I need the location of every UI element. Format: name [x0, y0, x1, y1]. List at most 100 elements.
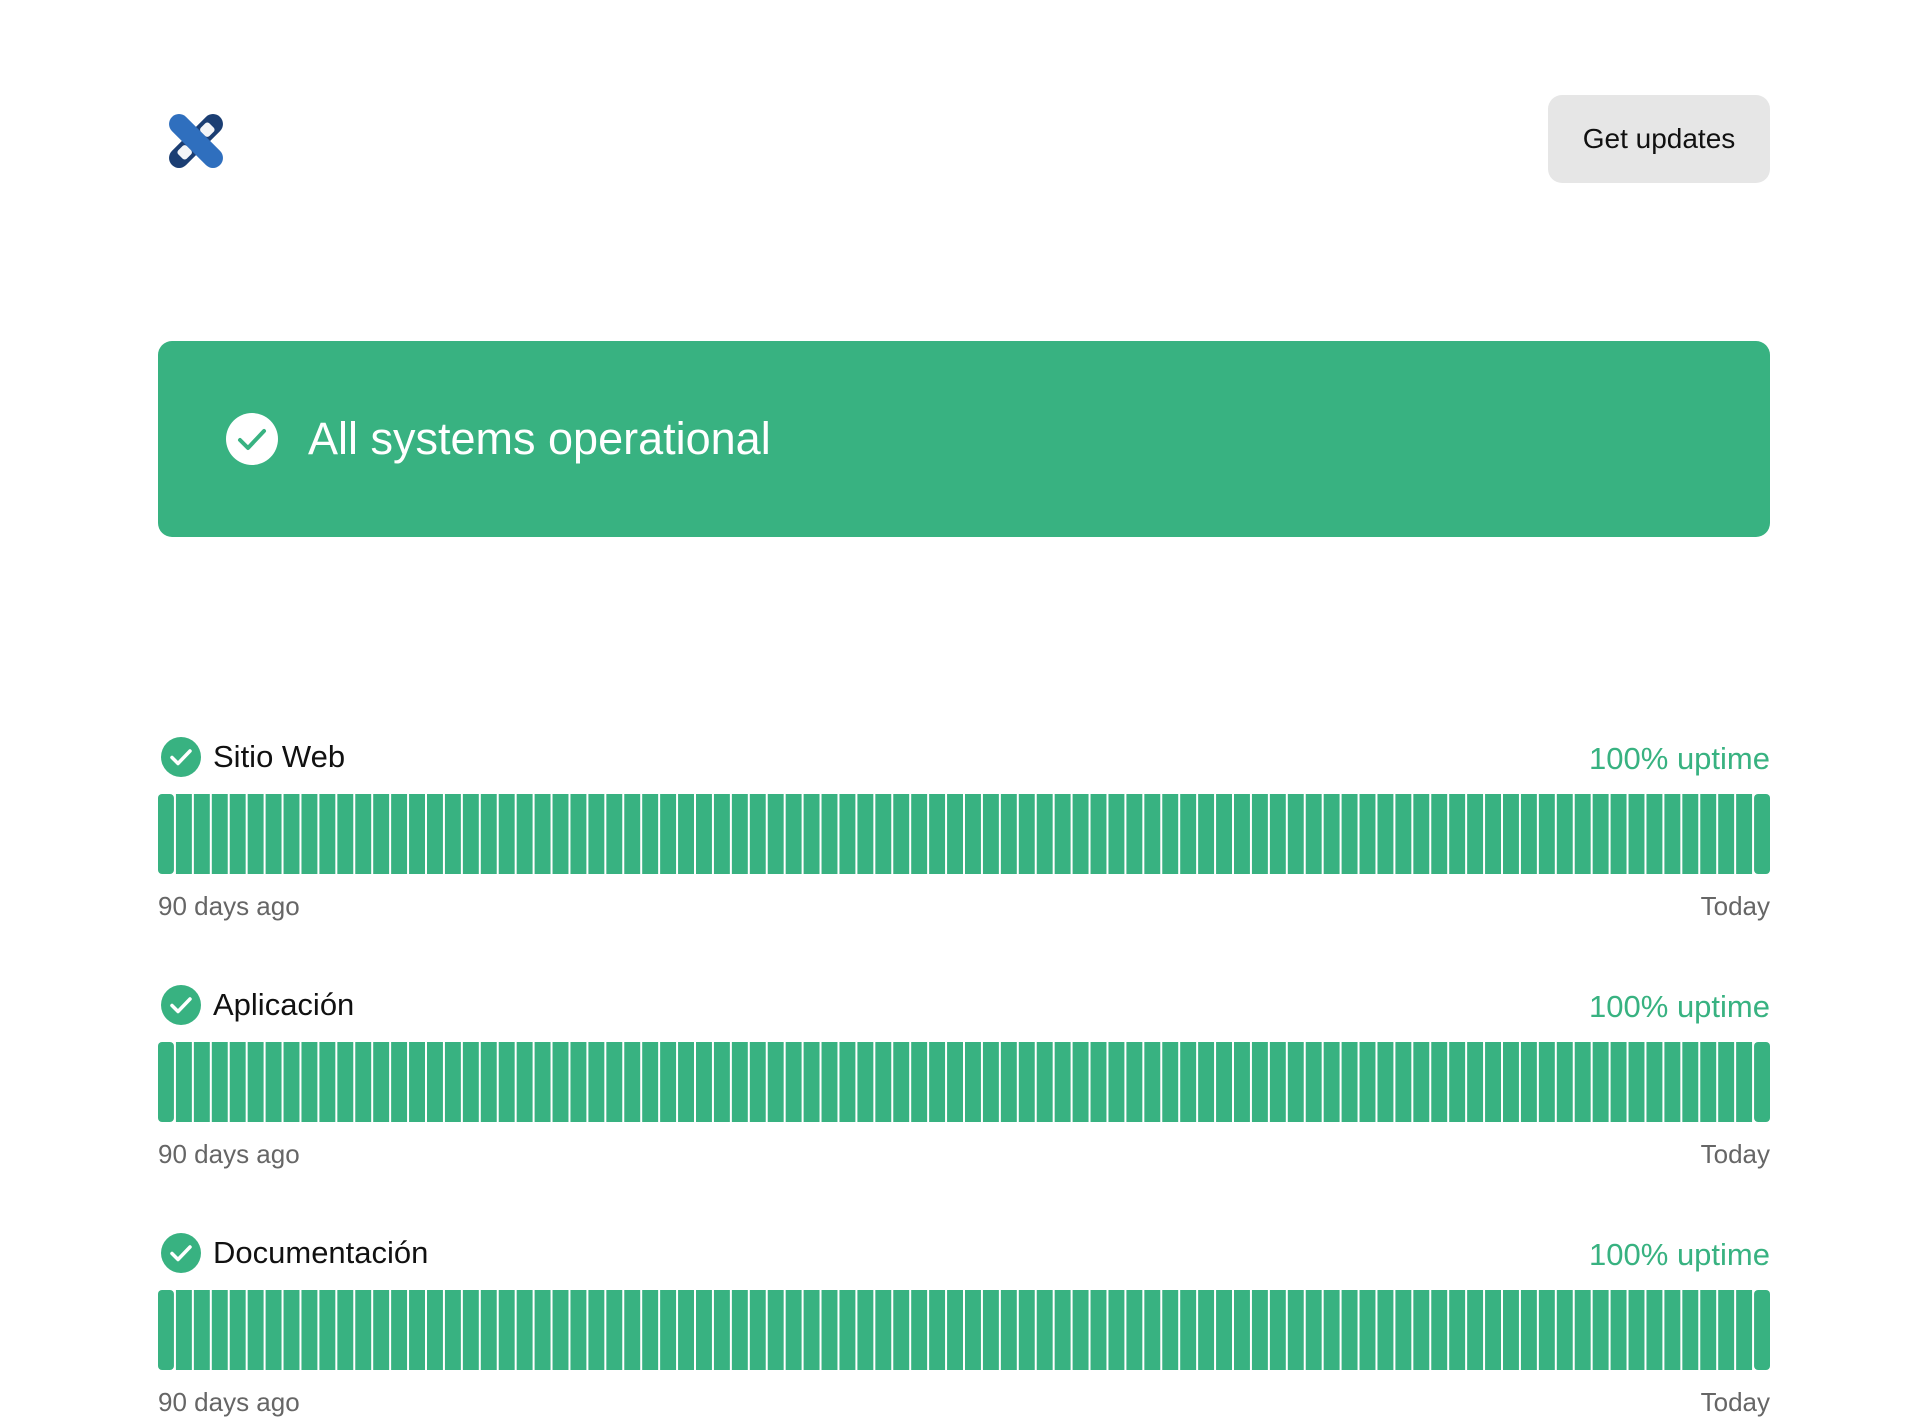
uptime-day-bar[interactable] [1305, 1042, 1322, 1122]
uptime-day-bar[interactable] [1556, 794, 1573, 874]
uptime-day-bar[interactable] [301, 1290, 318, 1370]
uptime-day-bar[interactable] [839, 1290, 856, 1370]
uptime-day-bar[interactable] [1628, 794, 1645, 874]
uptime-day-bar[interactable] [1467, 1290, 1484, 1370]
uptime-day-bar[interactable] [1054, 1290, 1071, 1370]
uptime-day-bar[interactable] [1628, 1290, 1645, 1370]
uptime-day-bar[interactable] [1198, 1042, 1215, 1122]
uptime-day-bar[interactable] [1108, 1042, 1125, 1122]
uptime-day-bar[interactable] [1682, 1042, 1699, 1122]
uptime-day-bar[interactable] [462, 1290, 479, 1370]
uptime-day-bar[interactable] [624, 1042, 641, 1122]
uptime-day-bar[interactable] [1144, 1042, 1161, 1122]
uptime-day-bar[interactable] [1018, 794, 1035, 874]
uptime-day-bar[interactable] [875, 1290, 892, 1370]
uptime-day-bar[interactable] [373, 794, 390, 874]
uptime-day-bar[interactable] [660, 1290, 677, 1370]
uptime-day-bar[interactable] [193, 1290, 210, 1370]
uptime-day-bar[interactable] [857, 794, 874, 874]
uptime-day-bar[interactable] [1359, 1290, 1376, 1370]
uptime-day-bar[interactable] [624, 1290, 641, 1370]
uptime-day-bar[interactable] [229, 1042, 246, 1122]
uptime-day-bar[interactable] [1485, 794, 1501, 874]
uptime-day-bar[interactable] [1538, 794, 1555, 874]
uptime-day-bar[interactable] [1628, 1042, 1645, 1122]
uptime-day-bar[interactable] [516, 1290, 533, 1370]
uptime-day-bar[interactable] [1216, 1042, 1232, 1122]
uptime-day-bar[interactable] [1754, 1042, 1770, 1122]
uptime-day-bar[interactable] [1377, 1042, 1394, 1122]
uptime-day-bar[interactable] [1234, 794, 1250, 874]
uptime-day-bar[interactable] [1018, 1290, 1035, 1370]
uptime-day-bar[interactable] [427, 1290, 443, 1370]
uptime-day-bar[interactable] [1108, 1290, 1125, 1370]
uptime-day-bar[interactable] [301, 794, 318, 874]
uptime-day-bar[interactable] [1556, 1290, 1573, 1370]
uptime-day-bar[interactable] [1538, 1042, 1555, 1122]
uptime-day-bar[interactable] [534, 1290, 551, 1370]
uptime-day-bar[interactable] [642, 1290, 659, 1370]
uptime-day-bar[interactable] [588, 794, 605, 874]
uptime-day-bar[interactable] [1162, 1042, 1179, 1122]
uptime-day-bar[interactable] [462, 794, 479, 874]
uptime-day-bar[interactable] [211, 1290, 228, 1370]
uptime-day-bar[interactable] [1126, 794, 1143, 874]
uptime-day-bar[interactable] [1736, 1042, 1753, 1122]
uptime-day-bar[interactable] [588, 1290, 605, 1370]
uptime-day-bar[interactable] [193, 1042, 210, 1122]
uptime-day-bar[interactable] [1718, 1042, 1735, 1122]
uptime-day-bar[interactable] [1090, 1290, 1107, 1370]
uptime-day-bar[interactable] [875, 794, 892, 874]
uptime-day-bar[interactable] [570, 794, 587, 874]
uptime-day-bar[interactable] [211, 1042, 228, 1122]
uptime-day-bar[interactable] [696, 1042, 712, 1122]
uptime-day-bar[interactable] [1700, 1042, 1717, 1122]
uptime-day-bar[interactable] [713, 794, 730, 874]
uptime-day-bar[interactable] [642, 794, 659, 874]
uptime-day-bar[interactable] [534, 1042, 551, 1122]
uptime-day-bar[interactable] [319, 794, 336, 874]
uptime-day-bar[interactable] [947, 1042, 963, 1122]
uptime-day-bar[interactable] [1736, 1290, 1753, 1370]
uptime-day-bar[interactable] [1503, 1042, 1519, 1122]
uptime-day-bar[interactable] [1736, 794, 1753, 874]
uptime-day-bar[interactable] [355, 1290, 372, 1370]
uptime-day-bar[interactable] [1520, 1042, 1537, 1122]
uptime-day-bar[interactable] [1305, 1290, 1322, 1370]
uptime-day-bar[interactable] [516, 794, 533, 874]
uptime-day-bar[interactable] [1216, 794, 1232, 874]
uptime-day-bar[interactable] [1485, 1042, 1501, 1122]
uptime-day-bar[interactable] [1305, 794, 1322, 874]
uptime-day-bar[interactable] [534, 794, 551, 874]
uptime-day-bar[interactable] [1036, 1042, 1053, 1122]
uptime-day-bar[interactable] [911, 1042, 928, 1122]
uptime-day-bar[interactable] [337, 1042, 354, 1122]
uptime-day-bar[interactable] [1323, 794, 1340, 874]
uptime-day-bar[interactable] [821, 794, 838, 874]
uptime-day-bar[interactable] [1646, 1042, 1663, 1122]
uptime-day-bar[interactable] [1467, 794, 1484, 874]
uptime-day-bar[interactable] [498, 1042, 515, 1122]
uptime-day-bar[interactable] [409, 794, 425, 874]
uptime-day-bar[interactable] [660, 794, 677, 874]
uptime-day-bar[interactable] [1180, 1290, 1197, 1370]
uptime-day-bar[interactable] [1700, 794, 1717, 874]
uptime-day-bar[interactable] [1592, 1290, 1609, 1370]
uptime-day-bar[interactable] [1610, 794, 1627, 874]
uptime-day-bar[interactable] [552, 794, 569, 874]
uptime-day-bar[interactable] [193, 794, 210, 874]
uptime-day-bar[interactable] [158, 1290, 174, 1370]
uptime-day-bar[interactable] [175, 794, 192, 874]
uptime-day-bar[interactable] [265, 1290, 282, 1370]
uptime-day-bar[interactable] [391, 1042, 408, 1122]
uptime-day-bar[interactable] [1180, 794, 1197, 874]
uptime-day-bar[interactable] [982, 1042, 999, 1122]
uptime-day-bar[interactable] [1413, 1042, 1430, 1122]
uptime-day-bar[interactable] [839, 794, 856, 874]
uptime-day-bar[interactable] [1431, 1290, 1448, 1370]
uptime-day-bar[interactable] [857, 1042, 874, 1122]
uptime-day-bar[interactable] [1467, 1042, 1484, 1122]
uptime-day-bar[interactable] [1646, 794, 1663, 874]
uptime-day-bar[interactable] [947, 794, 963, 874]
uptime-day-bar[interactable] [1269, 1290, 1286, 1370]
